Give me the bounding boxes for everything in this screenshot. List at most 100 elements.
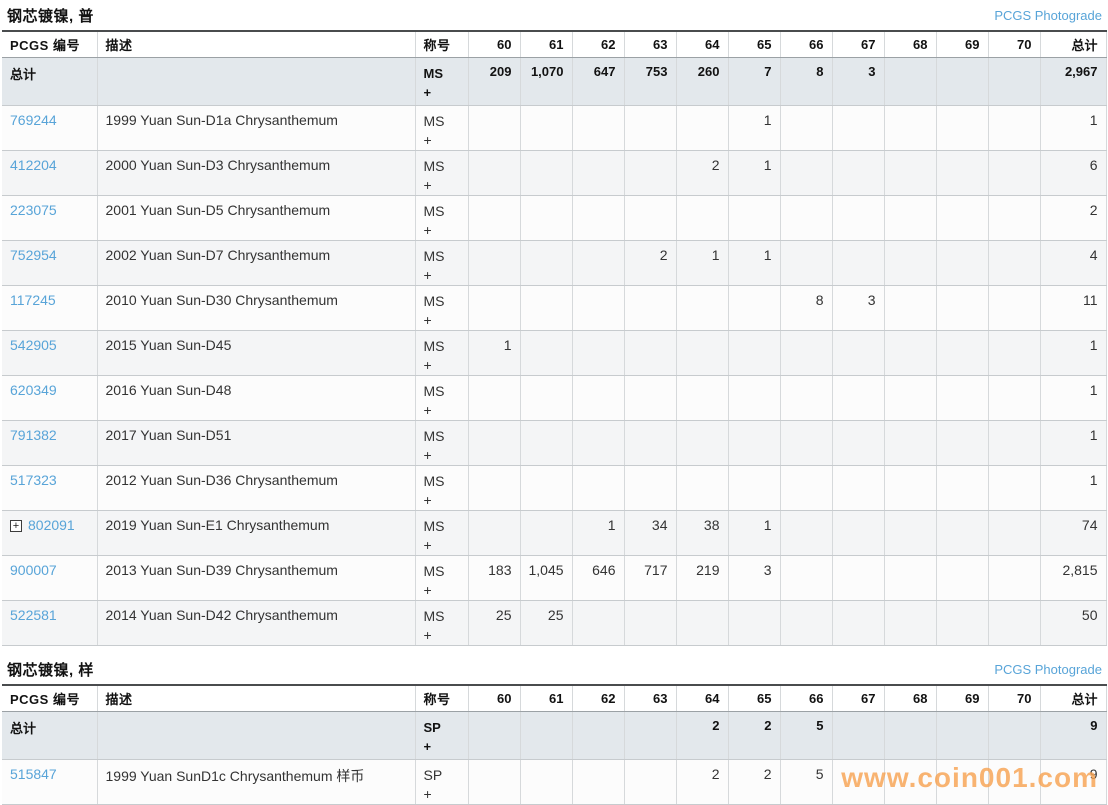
description-cell: 2002 Yuan Sun-D7 Chrysanthemum xyxy=(97,241,415,286)
pcgs-number-link[interactable]: 515847 xyxy=(10,766,57,782)
grade-cell xyxy=(780,376,832,421)
col-header-grade-62: 62 xyxy=(572,31,624,58)
pcgs-photograde-link[interactable]: PCGS Photograde xyxy=(994,8,1102,23)
col-header-grade-60: 60 xyxy=(468,31,520,58)
description-cell: 2001 Yuan Sun-D5 Chrysanthemum xyxy=(97,196,415,241)
pcgs-number-link[interactable]: 802091 xyxy=(28,517,75,533)
pcgs-cell: 900007 xyxy=(2,556,97,601)
section-title: 钢芯镀镍, 样 xyxy=(7,659,94,680)
grade-cell xyxy=(780,601,832,646)
grade-cell: 25 xyxy=(468,601,520,646)
grade-cell: 5 xyxy=(780,712,832,760)
pcgs-cell: 223075 xyxy=(2,196,97,241)
total-cell: 1 xyxy=(1040,421,1106,466)
designation-value: MS + xyxy=(424,382,450,420)
total-cell: 9 xyxy=(1040,712,1106,760)
col-header-grade-60: 60 xyxy=(468,685,520,712)
col-header-grade-69: 69 xyxy=(936,31,988,58)
grade-cell: 646 xyxy=(572,556,624,601)
grade-cell xyxy=(624,712,676,760)
pcgs-photograde-link[interactable]: PCGS Photograde xyxy=(994,662,1102,677)
total-row: 总计MS +2091,0706477532607832,967 xyxy=(2,58,1106,106)
table-row: 9000072013 Yuan Sun-D39 ChrysanthemumMS … xyxy=(2,556,1106,601)
grade-cell xyxy=(832,421,884,466)
table-row: 2230752001 Yuan Sun-D5 ChrysanthemumMS +… xyxy=(2,196,1106,241)
col-header-grade-66: 66 xyxy=(780,685,832,712)
grade-cell xyxy=(884,421,936,466)
grade-cell: 2 xyxy=(676,151,728,196)
grade-cell xyxy=(468,511,520,556)
grade-cell xyxy=(572,331,624,376)
total-cell: 1 xyxy=(1040,106,1106,151)
grade-cell xyxy=(832,466,884,511)
designation-value: MS + xyxy=(424,112,450,150)
grade-cell xyxy=(676,466,728,511)
description-cell: 2016 Yuan Sun-D48 xyxy=(97,376,415,421)
grade-cell xyxy=(572,601,624,646)
grade-cell xyxy=(624,196,676,241)
description-cell: 2017 Yuan Sun-D51 xyxy=(97,421,415,466)
col-header-grade-67: 67 xyxy=(832,31,884,58)
total-row: 总计SP +2259 xyxy=(2,712,1106,760)
description-cell: 2019 Yuan Sun-E1 Chrysanthemum xyxy=(97,511,415,556)
grade-cell: 1 xyxy=(728,106,780,151)
table-row: 802091 2019 Yuan Sun-E1 Chrysanthemum MS +… xyxy=(2,511,1106,556)
pcgs-number-link[interactable]: 117245 xyxy=(10,292,56,308)
grade-cell xyxy=(832,556,884,601)
grade-cell xyxy=(468,421,520,466)
grade-cell xyxy=(884,556,936,601)
pcgs-number-link[interactable]: 620349 xyxy=(10,382,57,398)
grade-cell xyxy=(884,106,936,151)
col-header-description: 描述 xyxy=(97,31,415,58)
grade-cell xyxy=(780,466,832,511)
pcgs-number-link[interactable]: 517323 xyxy=(10,472,57,488)
grade-cell: 25 xyxy=(520,601,572,646)
pcgs-number-link[interactable]: 522581 xyxy=(10,607,57,623)
expand-icon[interactable] xyxy=(10,520,22,532)
designation-value: MS + xyxy=(424,292,450,330)
grade-cell xyxy=(780,151,832,196)
grade-cell: 2 xyxy=(728,712,780,760)
total-cell: 1 xyxy=(1040,466,1106,511)
designation-value: MS + xyxy=(424,64,450,102)
grade-cell xyxy=(988,106,1040,151)
grade-cell xyxy=(624,421,676,466)
table-row: 5173232012 Yuan Sun-D36 ChrysanthemumMS … xyxy=(2,466,1106,511)
grade-cell: 209 xyxy=(468,58,520,106)
grade-cell xyxy=(936,466,988,511)
pcgs-number-link[interactable]: 752954 xyxy=(10,247,57,263)
grade-cell xyxy=(832,712,884,760)
grade-cell xyxy=(520,466,572,511)
designation-value: SP + xyxy=(424,766,450,804)
pcgs-number-link[interactable]: 791382 xyxy=(10,427,57,443)
pcgs-number-link[interactable]: 769244 xyxy=(10,112,57,128)
pcgs-number-link[interactable]: 900007 xyxy=(10,562,57,578)
total-cell: 11 xyxy=(1040,286,1106,331)
grade-cell xyxy=(468,151,520,196)
designation-value: MS + xyxy=(424,607,450,645)
grade-cell xyxy=(624,331,676,376)
grade-cell: 260 xyxy=(676,58,728,106)
col-header-grade-66: 66 xyxy=(780,31,832,58)
col-header-grade-68: 68 xyxy=(884,685,936,712)
grade-cell xyxy=(520,196,572,241)
designation-cell: MS + xyxy=(415,556,468,601)
table-row: 6203492016 Yuan Sun-D48MS +1 xyxy=(2,376,1106,421)
pcgs-number-link[interactable]: 412204 xyxy=(10,157,57,173)
grade-cell xyxy=(520,712,572,760)
description-cell: 2014 Yuan Sun-D42 Chrysanthemum xyxy=(97,601,415,646)
designation-value: MS + xyxy=(424,337,450,375)
total-cell: 4 xyxy=(1040,241,1106,286)
grade-cell xyxy=(884,58,936,106)
col-header-grade-70: 70 xyxy=(988,685,1040,712)
pcgs-number-link[interactable]: 542905 xyxy=(10,337,57,353)
grade-cell xyxy=(936,376,988,421)
pcgs-number-link[interactable]: 223075 xyxy=(10,202,57,218)
grade-cell xyxy=(572,421,624,466)
designation-value: MS + xyxy=(424,517,450,555)
pcgs-cell: 412204 xyxy=(2,151,97,196)
grade-cell xyxy=(884,331,936,376)
pcgs-cell: 542905 xyxy=(2,331,97,376)
designation-value: MS + xyxy=(424,562,450,600)
grade-cell xyxy=(936,511,988,556)
